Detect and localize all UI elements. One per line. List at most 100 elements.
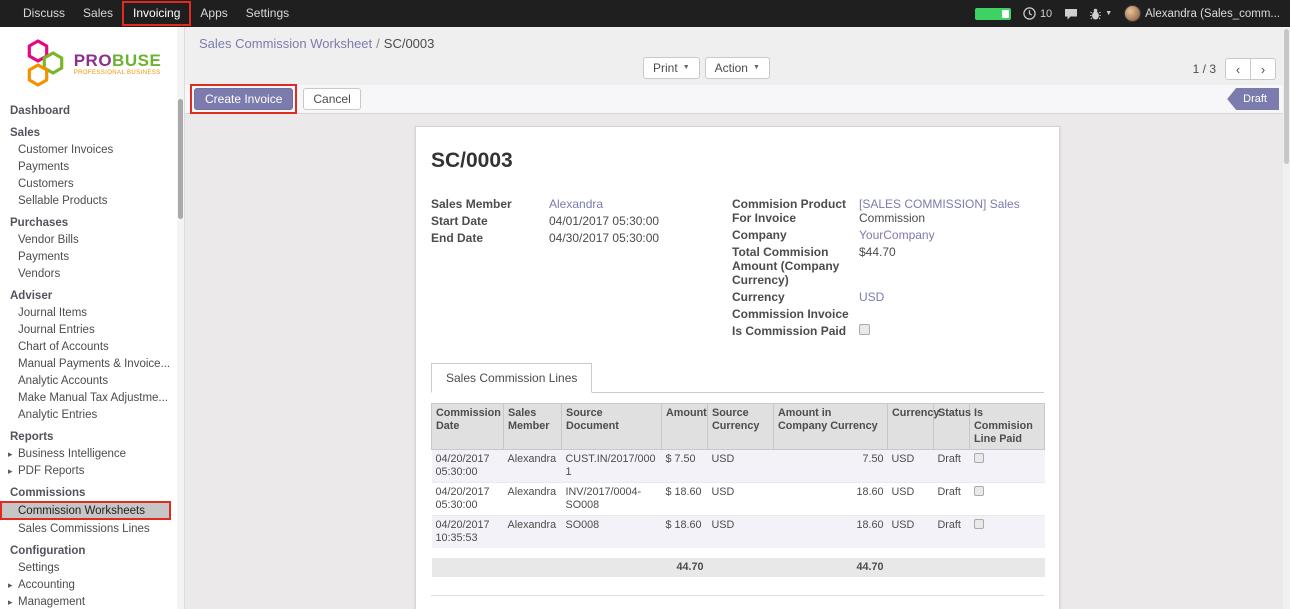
sidebar-section-adviser[interactable]: Adviser [0, 282, 184, 304]
is-commission-paid-checkbox [859, 324, 870, 335]
nav-menu-apps[interactable]: Apps [191, 0, 236, 27]
sidebar-item-label: Journal Items [18, 306, 87, 320]
table-row[interactable]: 04/20/2017 05:30:00 Alexandra INV/2017/0… [432, 483, 1045, 516]
commission-product-link[interactable]: [SALES COMMISSION] Sales [859, 197, 1020, 211]
column-header-source-document[interactable]: Source Document [562, 404, 662, 450]
sidebar-section-purchases[interactable]: Purchases [0, 209, 184, 231]
pager: 1 / 3 ‹ › [1193, 58, 1276, 80]
column-header-source-currency[interactable]: Source Currency [708, 404, 774, 450]
form-sheet: SC/0003 Sales Member Alexandra Start Dat… [415, 126, 1060, 609]
sidebar-item-make-manual-tax-adjustment[interactable]: Make Manual Tax Adjustme... [0, 389, 184, 406]
cell-amount: $ 7.50 [662, 450, 708, 483]
cell-commission-date: 04/20/2017 05:30:00 [432, 450, 504, 483]
sidebar-section-sales[interactable]: Sales [0, 119, 184, 141]
sidebar-item-management[interactable]: ▸Management [0, 593, 184, 609]
logo-word: PROBUSE [74, 52, 162, 70]
nav-menu-invoicing[interactable]: Invoicing [124, 3, 189, 24]
company-link[interactable]: YourCompany [859, 228, 935, 242]
logo-tagline: PROFESSIONAL BUSINESS [74, 70, 162, 76]
nav-menu-discuss[interactable]: Discuss [14, 0, 74, 27]
tab-bar: Sales Commission Lines [431, 363, 1044, 393]
action-button[interactable]: Action▼ [705, 57, 770, 79]
sidebar-item-label: Journal Entries [18, 323, 95, 337]
messages-menu[interactable] [1064, 8, 1078, 20]
sidebar-scrollbar-thumb[interactable] [178, 99, 183, 219]
expand-arrow-icon: ▸ [8, 464, 18, 478]
sidebar-item-chart-of-accounts[interactable]: Chart of Accounts [0, 338, 184, 355]
tab-sales-commission-lines[interactable]: Sales Commission Lines [431, 363, 592, 393]
sidebar-item-label: Chart of Accounts [18, 340, 109, 354]
logo-word-end: BUSE [112, 51, 161, 70]
main-scrollbar-thumb[interactable] [1284, 29, 1289, 164]
activities-menu[interactable]: 10 [1023, 7, 1052, 20]
breadcrumb-parent-link[interactable]: Sales Commission Worksheet [199, 36, 372, 51]
column-header-is-commission-line-paid[interactable]: Is Commision Line Paid [970, 404, 1045, 450]
sidebar-scrollbar[interactable] [177, 27, 184, 609]
print-button-label: Print [653, 61, 678, 75]
sidebar-item-manual-payments-invoice[interactable]: Manual Payments & Invoice... [0, 355, 184, 372]
field-start-date: Start Date 04/01/2017 05:30:00 [431, 214, 731, 228]
sidebar-item-payments-sales[interactable]: Payments [0, 158, 184, 175]
sheet-divider [431, 595, 1044, 596]
status-badge: Draft [1227, 88, 1279, 110]
sidebar-item-label: Management [18, 595, 85, 609]
sidebar-item-customers[interactable]: Customers [0, 175, 184, 192]
form-view: SC/0003 Sales Member Alexandra Start Dat… [185, 114, 1290, 609]
commission-product-rest: Commission [859, 211, 925, 225]
pager-next-button[interactable]: › [1250, 58, 1276, 80]
currency-link[interactable]: USD [859, 290, 884, 304]
column-header-currency[interactable]: Currency [888, 404, 934, 450]
column-header-amount-company-currency[interactable]: Amount in Company Currency [774, 404, 888, 450]
sidebar-item-customer-invoices[interactable]: Customer Invoices [0, 141, 184, 158]
field-currency: Currency USD [732, 290, 1045, 304]
sidebar-section-commissions[interactable]: Commissions [0, 479, 184, 501]
sidebar-section-configuration[interactable]: Configuration [0, 537, 184, 559]
sidebar-item-accounting[interactable]: ▸Accounting [0, 576, 184, 593]
clock-icon [1023, 7, 1036, 20]
cell-sales-member: Alexandra [504, 483, 562, 516]
sidebar-item-vendor-bills[interactable]: Vendor Bills [0, 231, 184, 248]
nav-menu-sales[interactable]: Sales [74, 0, 122, 27]
sidebar-item-journal-entries[interactable]: Journal Entries [0, 321, 184, 338]
main-scrollbar[interactable] [1283, 27, 1290, 609]
column-header-commission-date[interactable]: Commission Date [432, 404, 504, 450]
sidebar-item-label: Make Manual Tax Adjustme... [18, 391, 168, 405]
cell-is-line-paid [970, 516, 1045, 549]
sidebar-item-settings[interactable]: Settings [0, 559, 184, 576]
table-row[interactable]: 04/20/2017 10:35:53 Alexandra SO008 $ 18… [432, 516, 1045, 549]
sidebar-item-business-intelligence[interactable]: ▸Business Intelligence [0, 445, 184, 462]
sidebar-item-sellable-products[interactable]: Sellable Products [0, 192, 184, 209]
cell-source-currency: USD [708, 450, 774, 483]
sidebar-item-analytic-entries[interactable]: Analytic Entries [0, 406, 184, 423]
field-label: Commision Product For Invoice [732, 197, 859, 225]
field-label: Is Commission Paid [732, 324, 859, 338]
cell-status: Draft [934, 516, 970, 549]
sidebar-section-reports[interactable]: Reports [0, 423, 184, 445]
sidebar-item-label: Settings [18, 561, 60, 575]
column-header-amount[interactable]: Amount [662, 404, 708, 450]
sidebar-item-analytic-accounts[interactable]: Analytic Accounts [0, 372, 184, 389]
print-button[interactable]: Print▼ [643, 57, 700, 79]
debug-menu[interactable]: ▼ [1090, 8, 1112, 20]
total-commission-value: $44.70 [859, 245, 896, 287]
sidebar-item-pdf-reports[interactable]: ▸PDF Reports [0, 462, 184, 479]
cancel-button[interactable]: Cancel [303, 88, 360, 110]
total-amount: 44.70 [662, 558, 708, 577]
nav-menu-settings[interactable]: Settings [237, 0, 298, 27]
sidebar-item-vendors[interactable]: Vendors [0, 265, 184, 282]
chevron-down-icon: ▼ [753, 61, 760, 75]
pager-previous-button[interactable]: ‹ [1225, 58, 1251, 80]
user-menu[interactable]: Alexandra (Sales_comm... [1124, 5, 1280, 22]
sales-member-link[interactable]: Alexandra [549, 197, 603, 211]
sidebar-section-dashboard[interactable]: Dashboard [0, 97, 184, 119]
column-header-status[interactable]: Status [934, 404, 970, 450]
column-header-sales-member[interactable]: Sales Member [504, 404, 562, 450]
cell-sales-member: Alexandra [504, 450, 562, 483]
table-row[interactable]: 04/20/2017 05:30:00 Alexandra CUST.IN/20… [432, 450, 1045, 483]
sidebar-item-journal-items[interactable]: Journal Items [0, 304, 184, 321]
sidebar-item-sales-commissions-lines[interactable]: Sales Commissions Lines [0, 520, 184, 537]
sidebar-item-payments-purchases[interactable]: Payments [0, 248, 184, 265]
create-invoice-button[interactable]: Create Invoice [194, 88, 293, 110]
sidebar-item-commission-worksheets[interactable]: Commission Worksheets [0, 501, 171, 520]
pager-value: 1 / 3 [1193, 62, 1216, 76]
